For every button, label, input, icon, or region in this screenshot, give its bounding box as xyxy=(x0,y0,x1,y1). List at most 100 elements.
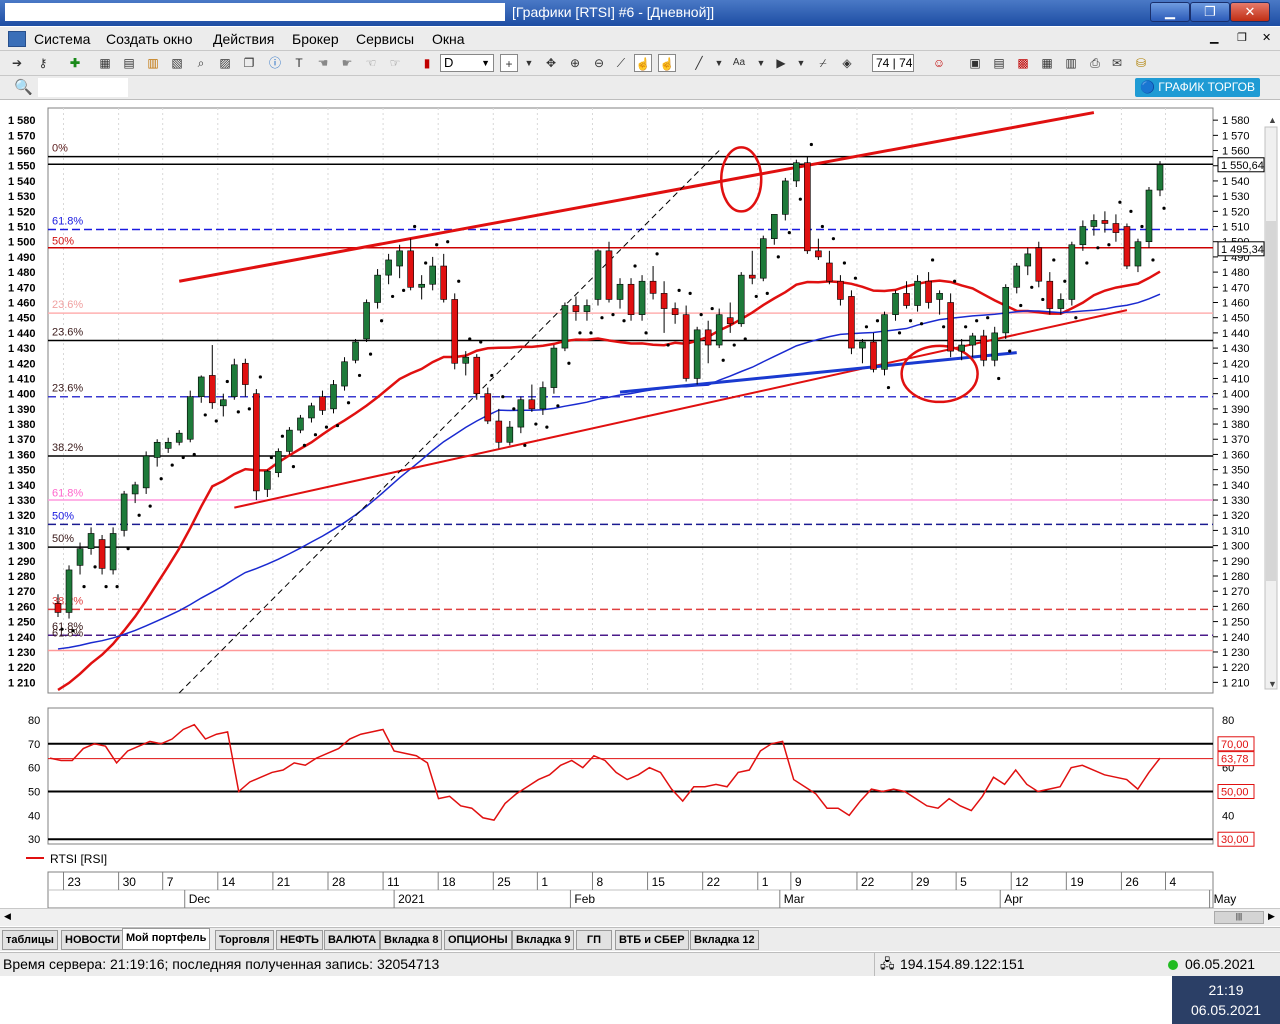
marker-icon[interactable]: ▶ xyxy=(772,54,790,72)
chart-settings-icon[interactable]: ▧ xyxy=(168,54,186,72)
crosshair-icon[interactable]: + xyxy=(500,54,518,72)
mail-icon[interactable]: ✉ xyxy=(1108,54,1126,72)
close-button[interactable]: ✕ xyxy=(1230,2,1270,22)
line-tool-icon[interactable]: ╱ xyxy=(690,54,708,72)
period-select[interactable]: D ▼ xyxy=(440,54,494,72)
info-icon[interactable]: ⓘ xyxy=(266,54,284,72)
sar-dot xyxy=(666,343,670,347)
scroll-right-icon[interactable]: ▶ xyxy=(1268,911,1275,922)
price-tick-right: 1 330 xyxy=(1222,495,1250,507)
tab-12[interactable]: Вкладка 12 xyxy=(690,930,759,950)
table-icon[interactable]: ▦ xyxy=(96,54,114,72)
move-icon[interactable]: ✥ xyxy=(542,54,560,72)
sar-dot xyxy=(126,547,130,551)
mdi-restore-button[interactable]: ❐ xyxy=(1237,31,1247,44)
copy-icon[interactable]: ❐ xyxy=(240,54,258,72)
grid-icon[interactable]: ▥ xyxy=(1062,54,1080,72)
scroll-down-icon[interactable]: ▼ xyxy=(1268,679,1277,689)
chevron-down-icon[interactable]: ▼ xyxy=(752,54,770,72)
eraser-icon[interactable]: ◈ xyxy=(838,54,856,72)
trade-chart-button[interactable]: 🔵 ГРАФИК ТОРГОВ xyxy=(1135,78,1260,97)
chevron-down-icon[interactable]: ▼ xyxy=(710,54,728,72)
chevron-down-icon[interactable]: ▼ xyxy=(792,54,810,72)
chevron-down-icon[interactable]: ▼ xyxy=(520,54,538,72)
hand-select-icon[interactable]: ☝ xyxy=(658,54,676,72)
mdi-minimize-button[interactable]: ▁ xyxy=(1210,31,1218,44)
candle-body xyxy=(1090,220,1098,227)
chart-area[interactable]: ▲ ▼ 0% 61.8% 50% 23.6% 23.6% 23.6% 38.2% 61.8% 5… xyxy=(0,101,1280,909)
add-icon[interactable]: ✚ xyxy=(66,54,84,72)
tab-portfolio[interactable]: Мой портфель xyxy=(122,928,211,950)
key-icon[interactable]: ⚷ xyxy=(34,54,52,72)
tab-oil[interactable]: НЕФТЬ xyxy=(276,930,323,950)
day-label: 12 xyxy=(1015,875,1029,889)
taskbar-clock[interactable]: 21:19 06.05.2021 xyxy=(1172,976,1280,1024)
tab-9[interactable]: Вкладка 9 xyxy=(512,930,575,950)
hand-pan-icon[interactable]: ☝ xyxy=(634,54,652,72)
chart-type-icon[interactable]: ▮ xyxy=(418,54,436,72)
scroll-left-icon[interactable]: ◀ xyxy=(4,911,11,922)
news-icon[interactable]: ▦ xyxy=(1038,54,1056,72)
hand-icon[interactable]: ☚ xyxy=(314,54,332,72)
price-tick-right: 1 430 xyxy=(1222,343,1250,355)
tab-gp[interactable]: ГП xyxy=(576,930,612,950)
hand-2-icon[interactable]: ☛ xyxy=(338,54,356,72)
tab-tables[interactable]: таблицы xyxy=(2,930,58,950)
window-icon[interactable]: ▤ xyxy=(120,54,138,72)
menu-broker[interactable]: Брокер xyxy=(292,31,339,47)
tab-currency[interactable]: ВАЛЮТА xyxy=(324,930,381,950)
candle-body xyxy=(1156,164,1164,191)
hand-3-icon[interactable]: ☜ xyxy=(362,54,380,72)
people-icon[interactable]: ☺ xyxy=(930,54,948,72)
line-width-field[interactable]: 74 | 74 xyxy=(872,54,914,72)
search-input[interactable] xyxy=(38,78,128,97)
menu-windows[interactable]: Окна xyxy=(432,31,465,47)
title-search-box[interactable] xyxy=(5,3,505,21)
candle-body xyxy=(616,283,624,300)
layout-icon[interactable]: ▤ xyxy=(990,54,1008,72)
sar-dot xyxy=(1052,258,1056,262)
minimize-button[interactable]: ▁ xyxy=(1150,2,1190,22)
text-tool-icon[interactable]: T xyxy=(290,54,308,72)
sell-icon[interactable]: ▩ xyxy=(1014,54,1032,72)
tab-trading[interactable]: Торговля xyxy=(215,930,274,950)
portfolio-icon[interactable]: ▣ xyxy=(966,54,984,72)
candle-body xyxy=(804,162,811,252)
ruler-icon[interactable]: ⟋ xyxy=(612,54,630,72)
arrow-right-icon[interactable]: ➔ xyxy=(8,54,26,72)
menu-actions[interactable]: Действия xyxy=(213,31,274,47)
print-icon[interactable]: ⎙ xyxy=(1086,54,1104,72)
tab-options[interactable]: ОПЦИОНЫ xyxy=(444,930,512,950)
time-scrollbar-thumb[interactable]: ||| xyxy=(1214,911,1264,924)
zoom-in-icon[interactable]: ⊕ xyxy=(566,54,584,72)
menu-system[interactable]: Система xyxy=(34,31,90,47)
menu-services[interactable]: Сервисы xyxy=(356,31,414,47)
candle-body xyxy=(341,361,348,387)
hide-drawings-icon[interactable]: ⌿ xyxy=(814,54,832,72)
search-icon[interactable]: 🔍 xyxy=(14,78,33,96)
font-icon[interactable]: Aa xyxy=(730,54,748,72)
candle-body xyxy=(627,283,635,315)
mdi-close-button[interactable]: ✕ xyxy=(1262,31,1271,44)
clock-date: 06.05.2021 xyxy=(1190,1002,1262,1018)
price-scrollbar-thumb[interactable] xyxy=(1266,221,1276,581)
hand-4-icon[interactable]: ☞ xyxy=(386,54,404,72)
rsi-pane[interactable] xyxy=(47,707,1214,845)
calc-icon[interactable]: ▨ xyxy=(216,54,234,72)
database-icon[interactable]: ⛁ xyxy=(1132,54,1150,72)
tab-8[interactable]: Вкладка 8 xyxy=(380,930,443,950)
scroll-up-icon[interactable]: ▲ xyxy=(1268,115,1277,125)
zoom-icon[interactable]: ⌕ xyxy=(192,54,210,72)
zoom-out-icon[interactable]: ⊖ xyxy=(590,54,608,72)
sar-dot xyxy=(335,423,340,428)
orders-icon[interactable]: ▥ xyxy=(144,54,162,72)
menu-create-window[interactable]: Создать окно xyxy=(106,31,193,47)
tab-vtb-sber[interactable]: ВТБ и СБЕР xyxy=(615,930,689,950)
rsi-tick-left: 80 xyxy=(28,715,40,727)
tab-news[interactable]: НОВОСТИ xyxy=(61,930,125,950)
candle-body xyxy=(175,432,183,443)
sar-dot xyxy=(269,455,273,460)
time-scrollbar[interactable]: ◀ ||| ▶ xyxy=(0,908,1280,926)
sar-dot xyxy=(1008,349,1012,353)
maximize-button[interactable]: ❐ xyxy=(1190,2,1230,22)
